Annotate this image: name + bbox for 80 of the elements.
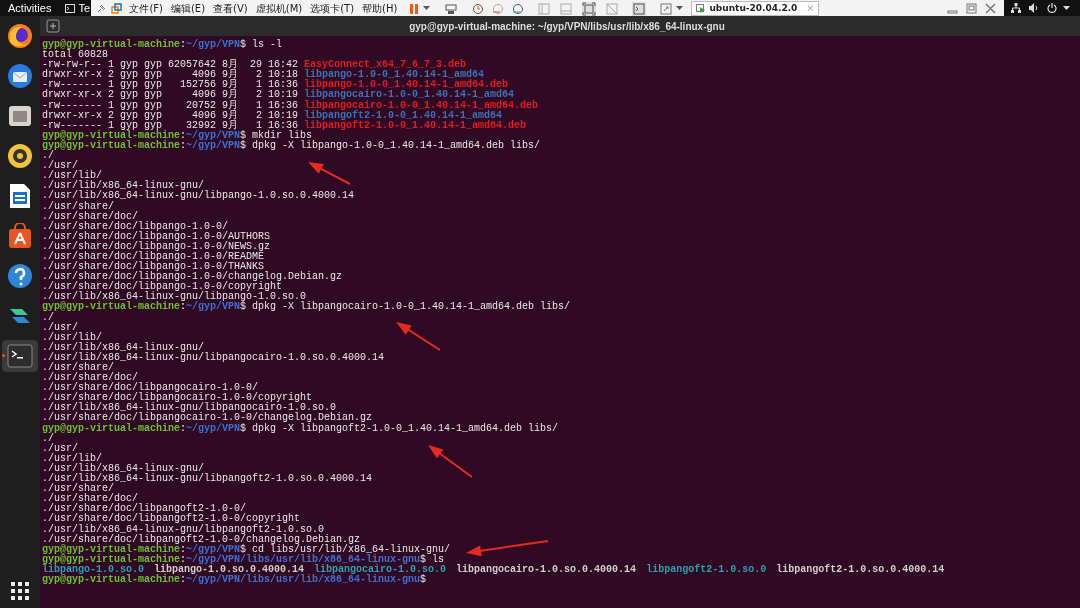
terminal-line: gyp@gyp-virtual-machine:~/gyp/VPN$ cd libs/usr/lib/x86_64-linux-gnu/ [42, 544, 451, 555]
vm-running-icon [696, 3, 707, 14]
terminal-line: ./usr/lib/ [42, 332, 102, 343]
terminal-line: ./usr/ [42, 443, 78, 454]
app-grid-icon[interactable] [11, 582, 29, 600]
terminal-line: drwxr-xr-x 2 gyp gyp 4096 9月 2 10:18 libpango-1.0-0_1.40.14-1_amd64 [42, 70, 485, 81]
terminal-line: -rw------- 1 gyp gyp 20752 9月 1 16:36 libpangocairo-1.0-0_1.40.14-1_amd64.deb [42, 100, 539, 111]
terminal-icon [7, 344, 33, 368]
terminal-line: ./usr/share/ [42, 201, 114, 212]
terminal-line: ./usr/ [42, 322, 78, 333]
menu-item[interactable]: 帮助(H) [360, 1, 400, 16]
expand-icon[interactable] [660, 2, 673, 15]
terminal-line: gyp@gyp-virtual-machine:~/gyp/VPN$ dpkg -X libpangocairo-1.0-0_1.40.14-1_amd64.deb libs/ [42, 302, 571, 313]
terminal-line: ./usr/share/doc/libpangocairo-1.0-0/ [42, 383, 259, 394]
terminal-line: ./usr/lib/x86_64-linux-gnu/ [42, 342, 205, 353]
volume-icon[interactable] [1029, 3, 1039, 13]
terminal-line: total 60828 [42, 50, 108, 61]
window-title: gyp@gyp-virtual-machine: ~/gyp/VPN/libs/usr/lib/x86_64-linux-gnu [409, 19, 725, 34]
app-menu[interactable]: Te [65, 0, 92, 17]
terminal-line: ./usr/share/doc/libpango-1.0-0/NEWS.gz [42, 241, 271, 252]
terminal-line: ./usr/share/doc/libpangocairo-1.0-0/changelog.Debian.gz [42, 413, 373, 424]
terminal-line: libpango-1.0.so.0 libpango-1.0.so.0.4000.14 libpangocairo-1.0.so.0 libpangocairo-1.0.so.0.4000.14 libpangoft2-1.0.so.0 libpangoft2-1.0.so.0.4000.14 [42, 564, 945, 575]
terminal-line: ./usr/share/doc/libpangoft2-1.0-0/changelog.Debian.gz [42, 534, 361, 545]
terminal-line: ./ [42, 312, 54, 323]
terminal-line: ./usr/share/doc/libpango-1.0-0/changelog.Debian.gz [42, 272, 343, 283]
menu-item[interactable]: 虚拟机(M) [253, 1, 305, 16]
close-icon[interactable] [985, 3, 997, 14]
terminal-line: -rw------- 1 gyp gyp 32992 9月 1 16:36 libpangoft2-1.0-0_1.40.14-1_amd64.deb [42, 120, 527, 131]
terminal-line: ./usr/share/doc/ [42, 211, 138, 222]
terminal-line: ./usr/share/doc/libpango-1.0-0/ [42, 221, 229, 232]
caret-icon[interactable] [423, 6, 431, 11]
annotation-arrow [308, 162, 351, 185]
terminal-line: ./usr/lib/x86_64-linux-gnu/libpangocairo-1.0.so.0.4000.14 [42, 352, 385, 363]
terminal-line: ./usr/lib/x86_64-linux-gnu/ [42, 181, 205, 192]
terminal-line: ./usr/share/doc/libpangoft2-1.0-0/ [42, 504, 247, 515]
terminal-line: ./usr/lib/x86_64-linux-gnu/libpangocairo-1.0.so.0 [42, 403, 337, 414]
pin-icon[interactable] [95, 2, 108, 15]
terminal-line: ./usr/lib/x86_64-linux-gnu/libpango-1.0.so.0 [42, 292, 307, 303]
terminal-line: ./usr/lib/x86_64-linux-gnu/libpango-1.0.so.0.4000.14 [42, 191, 355, 202]
document-icon [9, 183, 31, 209]
menu-item[interactable]: 选项卡(T) [308, 1, 357, 16]
pause-icon[interactable] [409, 2, 420, 15]
terminal-line: ./usr/share/doc/libpango-1.0-0/copyright [42, 282, 283, 293]
terminal-line: gyp@gyp-virtual-machine:~/gyp/VPN$ mkdir libs [42, 130, 313, 141]
network-icon[interactable] [1011, 3, 1021, 13]
terminal-line: ./usr/share/doc/libpango-1.0-0/AUTHORS [42, 231, 271, 242]
terminal-icon [65, 3, 76, 13]
terminal-line: gyp@gyp-virtual-machine:~/gyp/VPN$ dpkg -X libpangoft2-1.0-0_1.40.14-1_amd64.deb libs/ [42, 423, 559, 434]
terminal-line: ./usr/lib/x86_64-linux-gnu/libpangoft2-1.0.so.0.4000.14 [42, 474, 373, 485]
power-icon[interactable] [1047, 3, 1057, 13]
terminal-line: ./usr/share/ [42, 363, 114, 373]
activities-button[interactable]: Activities [0, 0, 60, 17]
menu-item[interactable]: 编辑(E) [168, 1, 208, 16]
vm-tab[interactable]: ubuntu-20.04.2.0 × [691, 1, 819, 16]
terminal-line: -rw-rw-r-- 1 gyp gyp 62057642 8月 29 16:42 EasyConnect_x64_7_6_7_3.deb [42, 60, 467, 71]
folder-icon [7, 103, 33, 129]
help-icon [7, 263, 33, 289]
annotation-arrow [396, 322, 441, 351]
fullscreen-icon[interactable] [582, 1, 597, 16]
terminal-line: ./ [42, 433, 54, 444]
new-tab-icon[interactable] [46, 19, 60, 33]
vm-logo-icon[interactable] [111, 2, 124, 15]
terminal-line: gyp@gyp-virtual-machine:~/gyp/VPN/libs/usr/lib/x86_64-linux-gnu$ ls [42, 554, 445, 565]
terminal-line: gyp@gyp-virtual-machine:~/gyp/VPN/libs/usr/lib/x86_64-linux-gnu$ [42, 574, 427, 586]
terminal-line: ./usr/share/doc/libpangocairo-1.0-0/copyright [42, 393, 313, 404]
annotation-arrow [428, 445, 473, 478]
terminal-line: ./usr/share/doc/libpangoft2-1.0-0/copyright [42, 514, 301, 525]
restore-icon[interactable] [966, 3, 978, 14]
terminal-line: drwxr-xr-x 2 gyp gyp 4096 9月 2 10:19 libpangoft2-1.0-0_1.40.14-1_amd64 [42, 110, 503, 121]
terminal-line: ./usr/lib/ [42, 453, 102, 464]
running-indicator [2, 354, 5, 357]
caret-icon[interactable] [1063, 5, 1070, 11]
menu-item[interactable]: 文件(F) [127, 1, 165, 16]
menu-item[interactable]: 查看(V) [211, 1, 250, 16]
terminal-line: ./usr/lib/x86_64-linux-gnu/libpangoft2-1.0.so.0 [42, 524, 325, 535]
console-icon[interactable] [632, 1, 647, 16]
terminal-line: drwxr-xr-x 2 gyp gyp 4096 9月 2 10:19 libpangocairo-1.0-0_1.40.14-1_amd64 [42, 90, 515, 101]
terminal-line: -rw------- 1 gyp gyp 152756 9月 1 16:36 libpango-1.0-0_1.40.14-1_amd64.deb [42, 80, 509, 91]
shopping-bag-icon [7, 223, 33, 249]
caret-icon[interactable] [676, 6, 684, 11]
